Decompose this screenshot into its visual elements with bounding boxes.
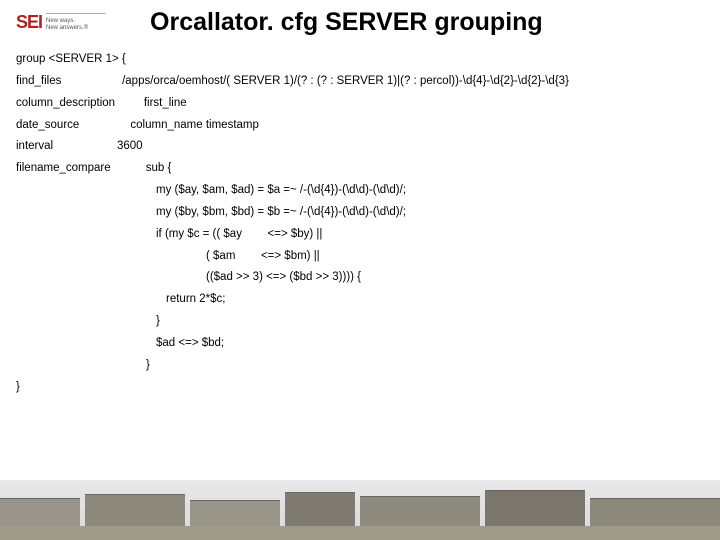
code-line: find_files /apps/orca/oemhost/( SERVER 1…	[16, 71, 704, 93]
code-line: return 2*$c;	[16, 289, 704, 311]
code-line: interval 3600	[16, 136, 704, 158]
footer-illustration	[0, 480, 720, 540]
code-line: if (my $c = (( $ay <=> $by) ||	[16, 224, 704, 246]
logo-brand: SEI	[16, 12, 42, 33]
code-line: filename_compare sub {	[16, 158, 704, 180]
code-line: date_source column_name timestamp	[16, 115, 704, 137]
logo-tagline: New ways. New answers.®	[46, 13, 106, 31]
sei-logo: SEI New ways. New answers.®	[16, 12, 106, 33]
code-line: $ad <=> $bd;	[16, 333, 704, 355]
code-line: column_description first_line	[16, 93, 704, 115]
code-line: }	[16, 355, 704, 377]
code-line: }	[16, 377, 704, 399]
config-code-block: group <SERVER 1> { find_files /apps/orca…	[0, 41, 720, 399]
code-line: ( $am <=> $bm) ||	[16, 246, 704, 268]
code-line: (($ad >> 3) <=> ($bd >> 3)))) {	[16, 267, 704, 289]
code-line: my ($ay, $am, $ad) = $a =~ /-(\d{4})-(\d…	[16, 180, 704, 202]
code-line: group <SERVER 1> {	[16, 49, 704, 71]
page-title: Orcallator. cfg SERVER grouping	[150, 8, 543, 37]
code-line: }	[16, 311, 704, 333]
code-line: my ($by, $bm, $bd) = $b =~ /-(\d{4})-(\d…	[16, 202, 704, 224]
slide-header: SEI New ways. New answers.® Orcallator. …	[0, 0, 720, 41]
